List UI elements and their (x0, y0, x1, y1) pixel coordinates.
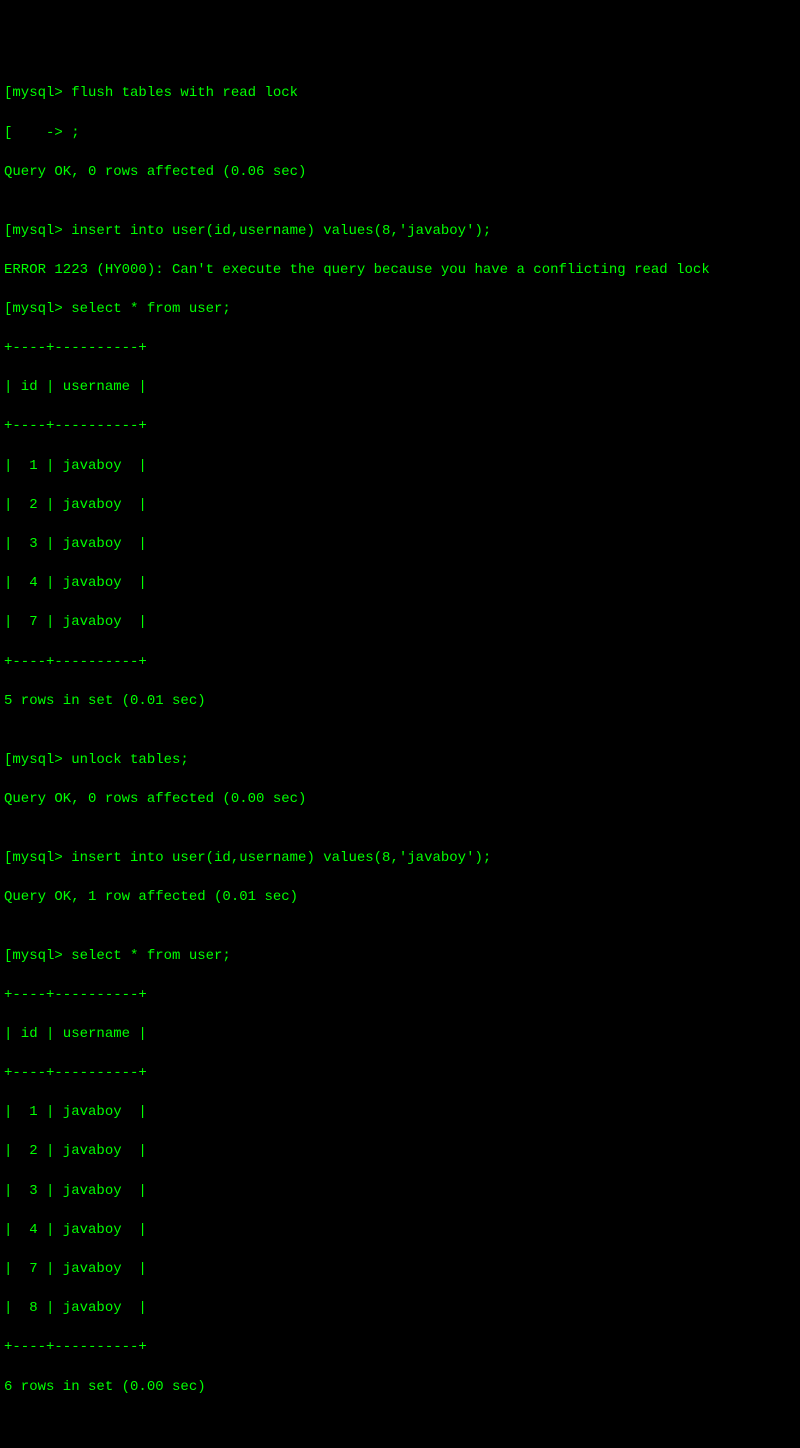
table-border: +----+----------+ (4, 1064, 796, 1084)
terminal-prompt-line[interactable]: [mysql> flush tables with read lock (4, 84, 796, 104)
terminal-output-line: Query OK, 1 row affected (0.01 sec) (4, 888, 796, 908)
table-row: | 7 | javaboy | (4, 1260, 796, 1280)
terminal-prompt-line[interactable]: [mysql> unlock tables; (4, 751, 796, 771)
table-border: +----+----------+ (4, 417, 796, 437)
table-row: | 4 | javaboy | (4, 1221, 796, 1241)
terminal-prompt-line[interactable]: [mysql> insert into user(id,username) va… (4, 849, 796, 869)
table-border: +----+----------+ (4, 339, 796, 359)
terminal-prompt-line[interactable]: [mysql> select * from user; (4, 300, 796, 320)
table-border: +----+----------+ (4, 986, 796, 1006)
table-border: +----+----------+ (4, 1338, 796, 1358)
terminal-continuation-line[interactable]: [ -> ; (4, 124, 796, 144)
table-row: | 8 | javaboy | (4, 1299, 796, 1319)
table-row: | 1 | javaboy | (4, 457, 796, 477)
table-row: | 2 | javaboy | (4, 1142, 796, 1162)
table-row: | 2 | javaboy | (4, 496, 796, 516)
terminal-output-line: 6 rows in set (0.00 sec) (4, 1378, 796, 1398)
terminal-prompt-line[interactable]: [mysql> select * from user; (4, 947, 796, 967)
terminal-output-line: Query OK, 0 rows affected (0.06 sec) (4, 163, 796, 183)
table-border: +----+----------+ (4, 653, 796, 673)
terminal-prompt-line[interactable]: [mysql> insert into user(id,username) va… (4, 222, 796, 242)
table-row: | 3 | javaboy | (4, 1182, 796, 1202)
table-row: | 7 | javaboy | (4, 613, 796, 633)
terminal-error-line: ERROR 1223 (HY000): Can't execute the qu… (4, 261, 796, 281)
terminal-output-line: 5 rows in set (0.01 sec) (4, 692, 796, 712)
table-row: | 1 | javaboy | (4, 1103, 796, 1123)
table-header: | id | username | (4, 378, 796, 398)
table-header: | id | username | (4, 1025, 796, 1045)
terminal-output-line: Query OK, 0 rows affected (0.00 sec) (4, 790, 796, 810)
table-row: | 4 | javaboy | (4, 574, 796, 594)
table-row: | 3 | javaboy | (4, 535, 796, 555)
